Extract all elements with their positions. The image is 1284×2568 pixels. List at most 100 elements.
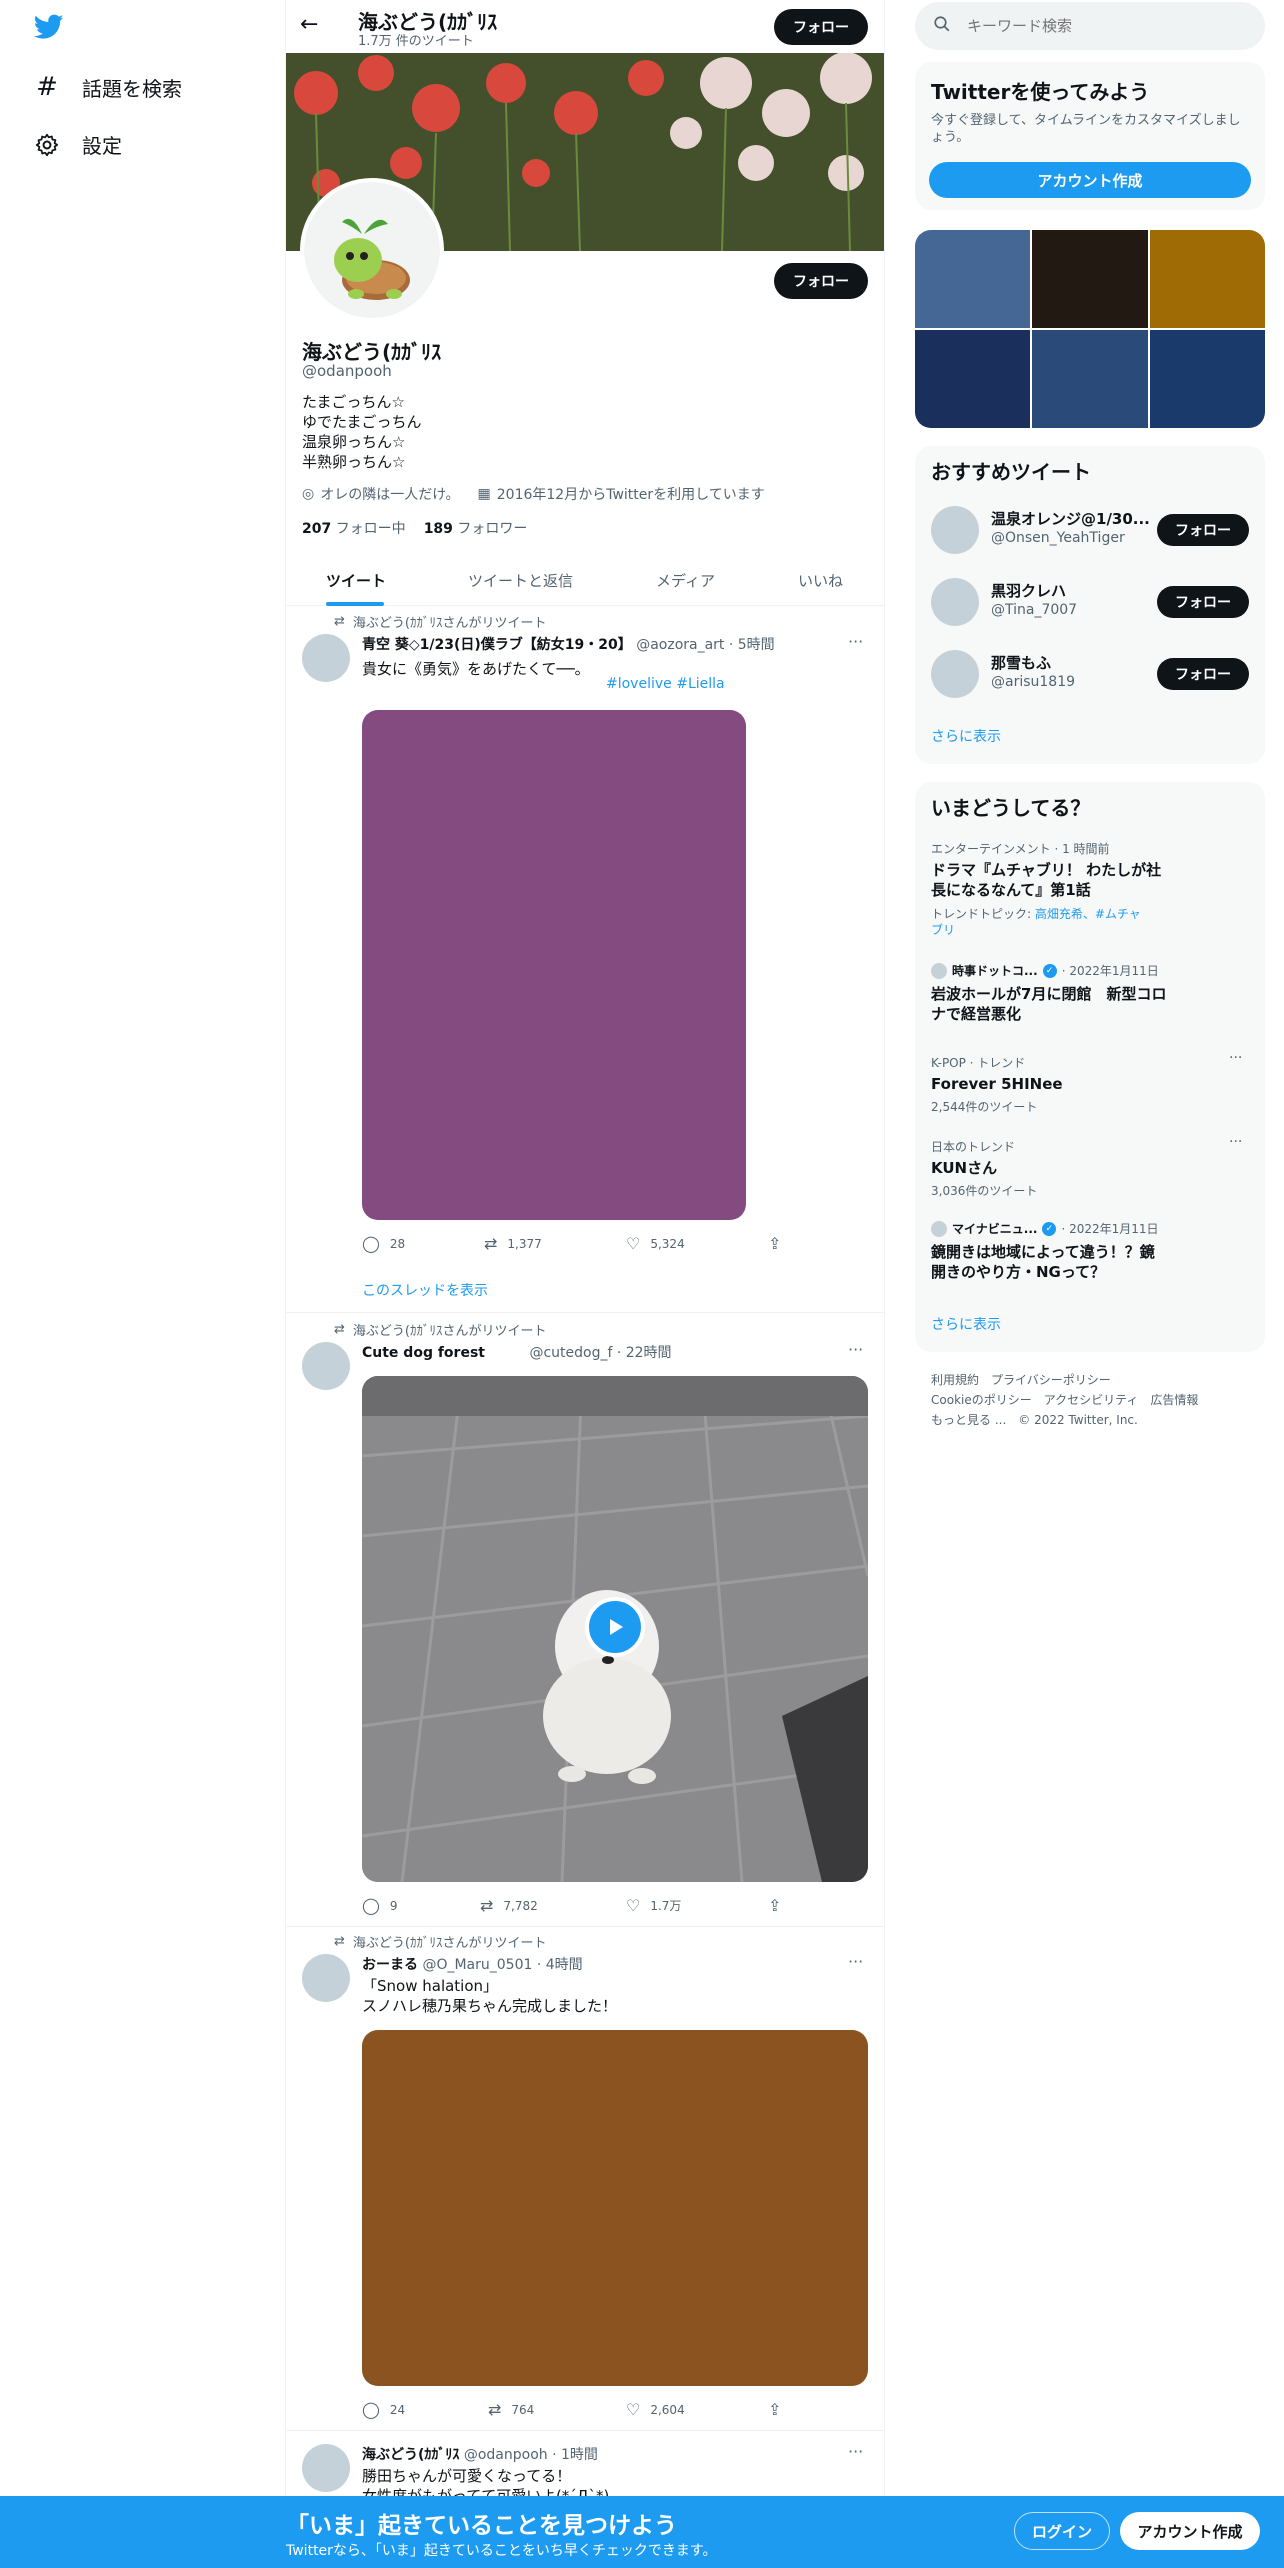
source-avatar [931, 1220, 947, 1237]
trend-title[interactable]: ドラマ『ムチャブリ！ わたしが社 長になるなんて』第1話 [931, 860, 1161, 900]
like-count: 2,604 [650, 2402, 685, 2417]
tweet-video[interactable] [362, 1376, 868, 1882]
more-icon[interactable]: ··· [848, 1952, 863, 1971]
tweet-text: 「Snow halation」 スノハレ穂乃果ちゃん完成しました！ [362, 1976, 617, 2016]
trend-topic-link[interactable]: ブリ [931, 922, 1141, 938]
reply-count: 9 [389, 1898, 398, 1913]
retweet-indicator: ⇄ 海ぶどう(ｶｶﾞﾘｽさんがリツイート [334, 612, 546, 631]
user-follow-button[interactable]: フォロー [1157, 514, 1249, 546]
heart-icon: ♡ [626, 1234, 641, 1253]
tab-likes[interactable]: いいね [798, 570, 843, 591]
news-date: · 2022年1月11日 [1061, 964, 1159, 978]
news-title[interactable]: 岩波ホールが7月に閉館 新型コロ ナで経営悪化 [931, 984, 1166, 1024]
play-button-icon[interactable] [585, 1597, 645, 1657]
media-thumb[interactable] [1149, 230, 1265, 328]
like-action[interactable]: ♡ 5,324 [626, 1234, 685, 1253]
retweet-action[interactable]: ⇄ 7,782 [480, 1896, 538, 1915]
user-avatar[interactable] [931, 506, 979, 554]
tweet-author[interactable]: おーまる [362, 1957, 418, 1973]
twitter-logo-icon[interactable] [34, 14, 64, 40]
signup-button[interactable]: アカウント作成 [929, 162, 1251, 198]
login-button[interactable]: ログイン [1014, 2512, 1110, 2550]
more-icon[interactable]: ··· [848, 1340, 863, 1359]
tab-media[interactable]: メディア [656, 570, 715, 591]
news-title[interactable]: 鏡開きは地域によって違う！？鏡 開きのやり方・NGって？ [931, 1242, 1155, 1282]
back-arrow-icon[interactable]: ← [300, 12, 318, 37]
followers-link[interactable]: 189 フォロワー [424, 518, 528, 538]
news-title-line: 岩波ホールが7月に閉館 新型コロ [931, 985, 1167, 1003]
trend-topic-link[interactable]: 高畑充希、#ムチャ [1035, 907, 1141, 921]
recommend-show-more[interactable]: さらに表示 [931, 726, 1001, 746]
user-follow-button[interactable]: フォロー [1157, 586, 1249, 618]
signup-title: Twitterを使ってみよう [931, 80, 1150, 104]
header-follow-button[interactable]: フォロー [774, 9, 868, 45]
trends-card: いまどうしてる？ エンターテインメント · 1 時間前 ドラマ『ムチャブリ！ わ… [915, 782, 1265, 1352]
reply-action[interactable]: ◯ 24 [362, 2400, 405, 2419]
more-icon[interactable]: ··· [1229, 1134, 1242, 1150]
tweet-media[interactable] [362, 710, 746, 1220]
retweet-indicator: ⇄ 海ぶどう(ｶｶﾞﾘｽさんがリツイート [334, 1932, 546, 1951]
share-action[interactable]: ⇪ [768, 1896, 781, 1915]
share-action[interactable]: ⇪ [768, 1234, 781, 1253]
tweet-handle-time: @O_Maru_0501 · 4時間 [422, 1957, 583, 1973]
signup-card: Twitterを使ってみよう 今すぐ登録して、タイムラインをカスタマイズしましょ… [915, 62, 1265, 210]
following-link[interactable]: 207 フォロー中 [302, 518, 406, 538]
more-icon[interactable]: ··· [1229, 1050, 1242, 1066]
retweet-action[interactable]: ⇄ 1,377 [484, 1234, 542, 1253]
footer-line[interactable]: 利用規約 プライバシーポリシー [931, 1370, 1198, 1390]
tweet-avatar[interactable] [302, 1342, 350, 1390]
reply-action[interactable]: ◯ 28 [362, 1234, 405, 1253]
retweet-action[interactable]: ⇄ 764 [488, 2400, 534, 2419]
trends-show-more[interactable]: さらに表示 [931, 1314, 1001, 1334]
retweet-indicator: ⇄ 海ぶどう(ｶｶﾞﾘｽさんがリツイート [334, 1320, 546, 1339]
more-icon[interactable]: ··· [848, 2442, 863, 2461]
user-name[interactable]: 黒羽クレハ [991, 580, 1066, 601]
tweet-avatar[interactable] [302, 1954, 350, 2002]
media-thumb[interactable] [915, 330, 1031, 428]
share-action[interactable]: ⇪ [768, 2400, 781, 2419]
media-thumb[interactable] [1149, 330, 1265, 428]
tweet-hashtags[interactable]: #lovelive #Liella [606, 676, 725, 692]
tweet-author[interactable]: 海ぶどう(ｶｶﾞﾘｽ [362, 2447, 459, 2463]
trend-title[interactable]: KUNさん [931, 1158, 997, 1178]
media-thumb[interactable] [1032, 330, 1148, 428]
tab-tweets[interactable]: ツイート [326, 570, 386, 591]
media-thumb[interactable] [915, 230, 1031, 328]
footer-line[interactable]: Cookieのポリシー アクセシビリティ 広告情報 [931, 1390, 1198, 1410]
tab-tweets-replies[interactable]: ツイートと返信 [468, 570, 573, 591]
tweet-avatar[interactable] [302, 2444, 350, 2492]
tweet-avatar[interactable] [302, 634, 350, 682]
trend-meta: K-POP · トレンド [931, 1056, 1026, 1070]
nav-settings[interactable]: 設定 [34, 130, 122, 159]
search-input[interactable] [967, 17, 1227, 35]
source-avatar [931, 962, 947, 979]
verified-icon: ✓ [1042, 1221, 1057, 1236]
trend-title[interactable]: Forever 5HINee [931, 1074, 1063, 1094]
user-name[interactable]: 那雪もふ [991, 652, 1051, 673]
user-avatar[interactable] [931, 578, 979, 626]
tweet-author[interactable]: Cute dog forest [362, 1345, 485, 1361]
like-action[interactable]: ♡ 1.7万 [626, 1896, 681, 1915]
recommend-title: おすすめツイート [931, 460, 1091, 484]
like-action[interactable]: ♡ 2,604 [626, 2400, 685, 2419]
footer-line[interactable]: もっと見る ... © 2022 Twitter, Inc. [931, 1410, 1198, 1430]
profile-name: 海ぶどう(ｶｶﾞﾘｽ [302, 340, 442, 364]
like-count: 5,324 [650, 1236, 685, 1251]
more-icon[interactable]: ··· [848, 632, 863, 651]
tweet-text: 貴女に《勇気》をあげたくて──。 [362, 660, 590, 678]
user-avatar[interactable] [931, 650, 979, 698]
profile-avatar[interactable] [300, 178, 444, 322]
bottom-signup-button[interactable]: アカウント作成 [1120, 2512, 1260, 2550]
search-box[interactable] [915, 2, 1265, 50]
user-name[interactable]: 温泉オレンジ@1/30... [991, 508, 1150, 529]
tweet-media[interactable] [362, 2030, 868, 2386]
retweeted-by: 海ぶどう(ｶｶﾞﾘｽさんがリツイート [352, 1324, 547, 1339]
user-follow-button[interactable]: フォロー [1157, 658, 1249, 690]
profile-follow-button[interactable]: フォロー [774, 263, 868, 299]
show-thread-link[interactable]: このスレッドを表示 [362, 1280, 488, 1300]
nav-explore[interactable]: # 話題を検索 [34, 72, 182, 102]
reply-action[interactable]: ◯ 9 [362, 1896, 398, 1915]
media-thumb[interactable] [1032, 230, 1148, 328]
followers-label: フォロワー [457, 521, 528, 537]
tweet-author[interactable]: 青空 葵◇1/23(日)僕ラブ【紡女19・20】 [362, 637, 632, 653]
